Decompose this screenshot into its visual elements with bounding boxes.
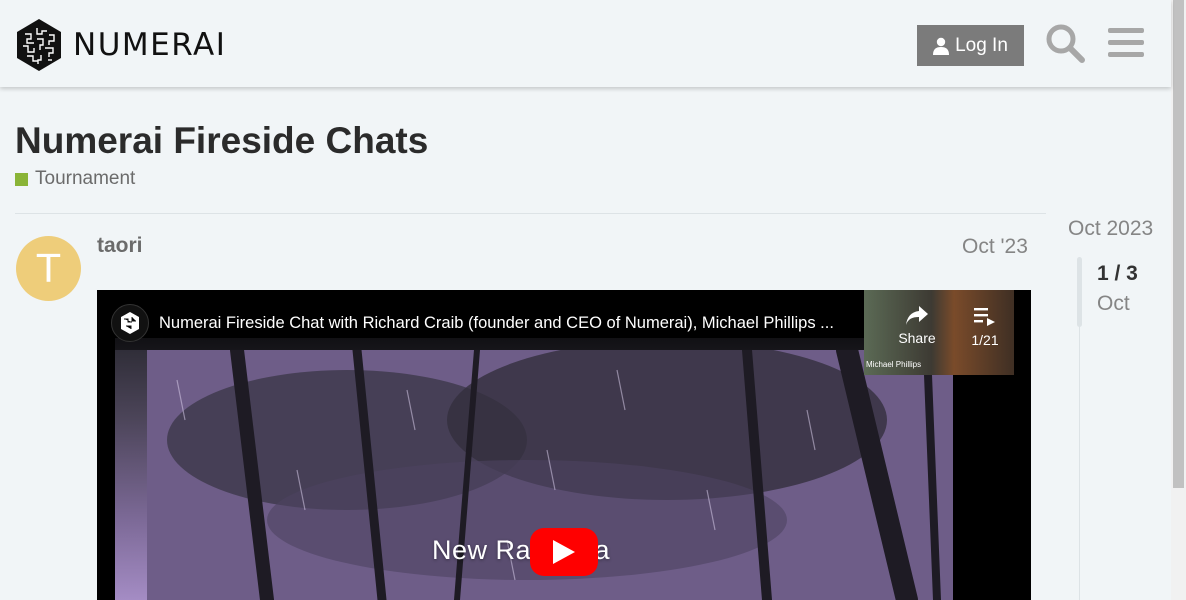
timeline-current-date: Oct (1097, 292, 1130, 315)
login-label: Log In (955, 34, 1008, 56)
play-button[interactable] (530, 528, 598, 576)
avatar-letter: T (36, 246, 61, 291)
topic-title[interactable]: Numerai Fireside Chats (15, 120, 428, 162)
numerai-logo[interactable]: NUMERAI (15, 18, 226, 72)
timeline-post-counter: 1 / 3 (1097, 262, 1138, 285)
channel-logo-icon[interactable] (111, 304, 149, 342)
category-label: Tournament (35, 168, 136, 189)
login-button[interactable]: Log In (917, 25, 1024, 66)
share-label: Share (898, 330, 936, 346)
post-date[interactable]: Oct '23 (962, 235, 1028, 259)
timeline-scroll-handle[interactable] (1077, 257, 1082, 327)
play-icon (553, 540, 575, 564)
divider (15, 213, 1046, 214)
playlist-button[interactable]: 1/21 (965, 306, 1005, 348)
playlist-counter: 1/21 (971, 332, 999, 348)
post-username[interactable]: taori (97, 234, 143, 258)
share-button[interactable]: Share (897, 304, 937, 346)
logo-text: NUMERAI (73, 27, 227, 63)
thumbnail-caption: Michael Phillips (866, 360, 922, 369)
timeline-start-date[interactable]: Oct 2023 (1068, 217, 1153, 241)
youtube-video-embed[interactable]: Numerai Fireside Chat with Richard Craib… (97, 290, 1031, 600)
caption-left: New Ra (432, 535, 532, 565)
hamburger-menu-icon[interactable] (1108, 27, 1144, 59)
video-title[interactable]: Numerai Fireside Chat with Richard Craib… (159, 314, 883, 333)
search-icon[interactable] (1045, 23, 1085, 63)
scrollbar-thumb[interactable] (1173, 0, 1184, 488)
user-icon (933, 37, 950, 55)
numerai-logo-icon (17, 19, 61, 71)
share-icon (906, 306, 928, 325)
category-color-swatch (15, 172, 28, 186)
site-header: NUMERAI Log In (0, 0, 1171, 87)
user-avatar[interactable]: T (16, 236, 81, 301)
playlist-icon (974, 308, 995, 326)
category-badge[interactable]: Tournament (15, 168, 135, 190)
